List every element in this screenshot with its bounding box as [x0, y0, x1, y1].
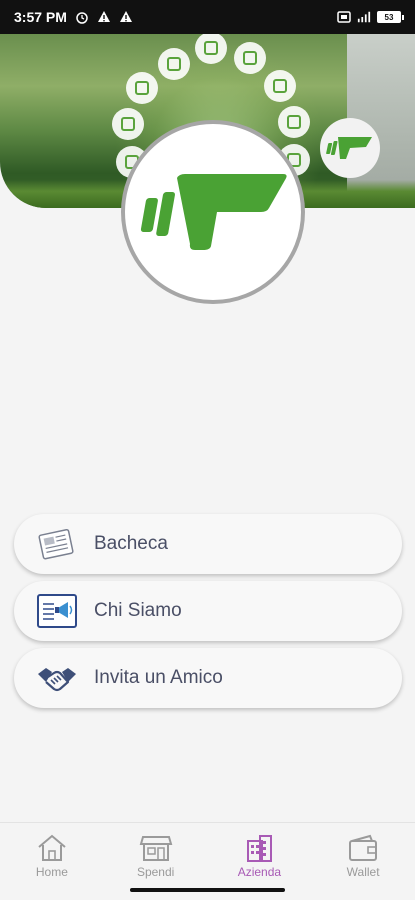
- wallet-icon: [349, 834, 378, 861]
- small-logo: [320, 118, 380, 178]
- eco-icon: [126, 72, 158, 104]
- eco-icon: [264, 70, 296, 102]
- menu-item-chi-siamo[interactable]: Chi Siamo: [14, 581, 402, 641]
- brand-logo-icon: [140, 174, 287, 250]
- menu-item-label: Invita un Amico: [94, 667, 223, 688]
- nav-label: Azienda: [237, 864, 282, 879]
- bottom-navigation: Home Spendi Azienda Wallet: [0, 822, 415, 882]
- nav-label: Wallet: [346, 864, 380, 879]
- nav-home[interactable]: Home: [0, 823, 104, 882]
- building-icon: [247, 834, 273, 862]
- shop-icon: [139, 835, 172, 861]
- nav-label: Spendi: [136, 864, 175, 879]
- home-icon: [38, 834, 66, 861]
- menu-item-bacheca[interactable]: Bacheca: [14, 514, 402, 574]
- warning-icon: [119, 11, 132, 22]
- eco-icon: [112, 108, 144, 140]
- nav-spendi[interactable]: Spendi: [104, 823, 208, 882]
- nav-azienda[interactable]: Azienda: [208, 823, 312, 882]
- megaphone-board-icon: [36, 590, 78, 632]
- menu-list: Bacheca Chi Siamo Invita un Amico: [14, 514, 402, 715]
- sim-icon: [337, 11, 351, 23]
- eco-icon: [158, 48, 190, 80]
- status-time: 3:57 PM: [14, 9, 67, 25]
- nav-label: Home: [35, 864, 68, 879]
- brand-logo-icon: [326, 137, 372, 159]
- menu-item-label: Bacheca: [94, 533, 168, 554]
- newspaper-icon: [36, 523, 78, 565]
- home-indicator: [130, 888, 285, 892]
- warning-icon: [97, 11, 110, 22]
- handshake-icon: [36, 657, 78, 699]
- signal-icon: [357, 11, 371, 23]
- eco-icon: [278, 106, 310, 138]
- battery-icon: 53: [377, 11, 404, 23]
- nav-wallet[interactable]: Wallet: [311, 823, 415, 882]
- alarm-icon: [76, 12, 88, 24]
- app-logo: [121, 120, 305, 304]
- battery-level: 53: [384, 12, 394, 22]
- eco-icon: [234, 42, 266, 74]
- menu-item-label: Chi Siamo: [94, 600, 182, 621]
- menu-item-invita-un-amico[interactable]: Invita un Amico: [14, 648, 402, 708]
- status-bar: 3:57 PM 53: [0, 0, 415, 34]
